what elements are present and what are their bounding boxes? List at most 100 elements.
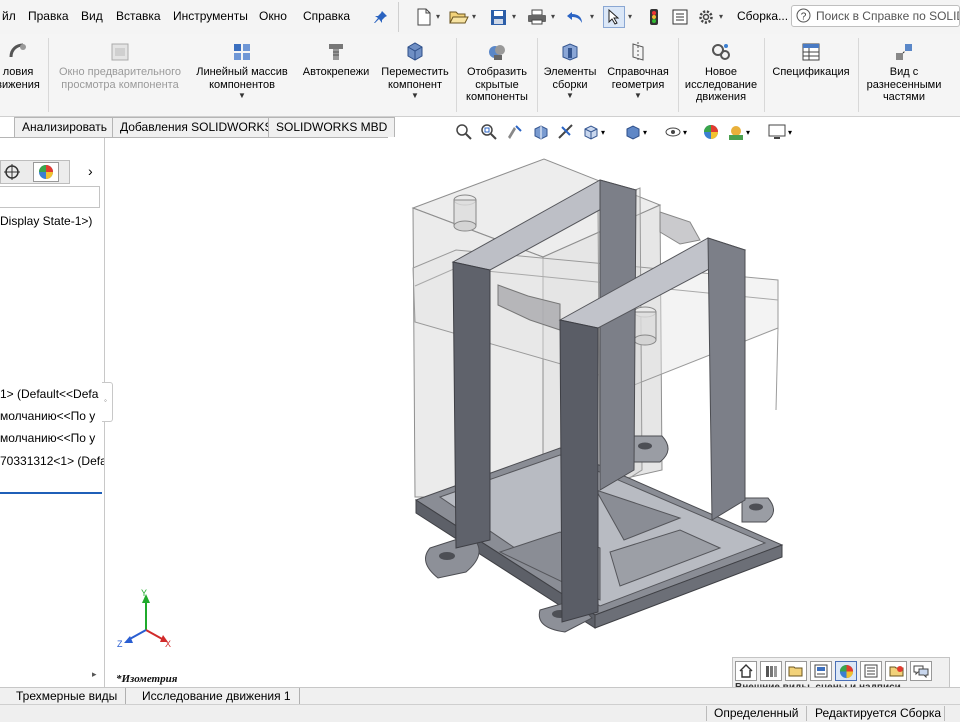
tab-solidworks-mbd[interactable]: SOLIDWORKS MBD <box>268 117 396 137</box>
task-pane: Внешние виды, сцены и надписи <box>732 657 950 689</box>
chevron-down-icon[interactable]: ▾ <box>436 12 440 21</box>
new-motion-study-button[interactable]: Новое исследование движения <box>681 34 761 116</box>
appearances-icon[interactable] <box>835 661 857 681</box>
chevron-down-icon[interactable]: ▼ <box>238 91 246 100</box>
hide-show-items-icon[interactable]: ▾ <box>664 122 687 142</box>
help-search-input[interactable]: ? Поиск в Справке по SOLIDW <box>791 5 960 27</box>
zoom-to-area-icon[interactable] <box>480 122 498 142</box>
gear-icon[interactable] <box>696 6 716 28</box>
move-component-button[interactable]: Переместить компонент ▼ <box>378 34 452 116</box>
bill-of-materials-button[interactable]: Спецификация <box>767 34 855 116</box>
axis-z-label: Z <box>117 639 123 649</box>
apply-scene-icon[interactable]: ▾ <box>727 122 750 142</box>
solidworks-resources-icon[interactable] <box>885 661 907 681</box>
file-explorer-icon[interactable] <box>785 661 807 681</box>
view-palette-icon[interactable] <box>810 661 832 681</box>
display-manager-icon[interactable] <box>33 162 59 182</box>
status-bar: Определенный Редактируется Сборка <box>0 704 960 722</box>
bottom-tabs: Трехмерные виды Исследование движения 1 <box>0 687 960 705</box>
crosshair-icon[interactable] <box>0 162 24 182</box>
new-document-icon[interactable] <box>414 6 434 28</box>
chevron-down-icon[interactable]: ▼ <box>411 91 419 100</box>
help-question-icon: ? <box>796 8 811 26</box>
motion-study-icon <box>710 41 732 63</box>
divider <box>806 706 807 721</box>
chevron-down-icon[interactable]: ▾ <box>472 12 476 21</box>
tab-motion-study-1[interactable]: Исследование движения 1 <box>134 688 300 704</box>
chevron-down-icon[interactable]: ▾ <box>719 12 723 21</box>
command-manager: ловия вижения Окно предварительного прос… <box>0 34 960 117</box>
tree-filter-input[interactable] <box>0 186 100 208</box>
rollback-bar[interactable] <box>0 492 102 494</box>
tab-solidworks-addins[interactable]: Добавления SOLIDWORKS <box>112 117 281 137</box>
design-library-icon[interactable] <box>760 661 782 681</box>
dynamic-annotation-icon[interactable] <box>557 122 575 142</box>
tab-evaluate[interactable]: Анализировать <box>14 117 115 137</box>
menu-insert[interactable]: Вставка <box>116 9 161 23</box>
mate-button[interactable]: ловия вижения <box>0 34 46 116</box>
pin-icon[interactable] <box>372 6 390 28</box>
assembly-features-icon <box>559 41 581 63</box>
tab-3d-views[interactable]: Трехмерные виды <box>8 688 127 704</box>
divider <box>48 38 49 112</box>
previous-view-icon[interactable] <box>506 122 524 142</box>
menu-bar: йл Правка Вид Вставка Инструменты Окно С… <box>0 0 960 35</box>
status-editing: Редактируется Сборка <box>815 706 942 720</box>
print-icon[interactable] <box>526 6 548 28</box>
zoom-to-fit-icon[interactable] <box>455 122 473 142</box>
divider <box>537 38 538 112</box>
smart-fasteners-button[interactable]: Автокрепежи <box>296 34 376 116</box>
menu-help[interactable]: Справка <box>303 9 350 23</box>
bom-icon <box>800 41 822 63</box>
save-icon[interactable] <box>487 6 509 28</box>
menu-tools[interactable]: Инструменты <box>173 9 248 23</box>
divider <box>944 706 945 721</box>
menu-edit[interactable]: Правка <box>28 9 69 23</box>
forum-chat-icon[interactable] <box>910 661 932 681</box>
preview-window-icon <box>110 41 130 63</box>
chevron-down-icon[interactable]: ▼ <box>634 91 642 100</box>
chevron-down-icon[interactable]: ▾ <box>590 12 594 21</box>
select-pointer-icon[interactable] <box>603 6 625 28</box>
linear-pattern-button[interactable]: Линейный массив компонентов ▼ <box>190 34 294 116</box>
menu-file[interactable]: йл <box>2 9 16 23</box>
file-properties-icon[interactable] <box>670 6 690 28</box>
undo-icon[interactable] <box>564 6 586 28</box>
display-style-icon[interactable]: ▾ <box>624 122 647 142</box>
menu-window[interactable]: Окно <box>259 9 287 23</box>
assembly-features-button[interactable]: Элементы сборки ▼ <box>540 34 600 116</box>
chevron-down-icon[interactable]: ▾ <box>551 12 555 21</box>
document-title-dropdown[interactable]: Сборка... <box>737 9 788 23</box>
command-tabs: Анализировать Добавления SOLIDWORKS SOLI… <box>0 116 396 138</box>
chevron-right-icon[interactable]: › <box>88 163 93 179</box>
tree-row[interactable]: 70331312<1> (Defa <box>0 454 104 468</box>
exploded-view-button[interactable]: Вид с разнесенными частями <box>861 34 947 116</box>
edit-appearance-icon[interactable] <box>702 122 720 142</box>
reference-geometry-button[interactable]: Справочная геометрия ▼ <box>602 34 674 116</box>
chevron-right-icon[interactable]: ▸ <box>92 669 97 680</box>
home-icon[interactable] <box>735 661 757 681</box>
tree-row[interactable]: молчанию<<По у <box>0 431 104 445</box>
linear-pattern-icon <box>231 41 253 63</box>
chevron-down-icon[interactable]: ▾ <box>628 12 632 21</box>
show-hidden-components-button[interactable]: Отобразить скрытые компоненты <box>460 34 534 116</box>
menu-view[interactable]: Вид <box>81 9 103 23</box>
open-folder-icon[interactable] <box>448 6 470 28</box>
divider <box>398 2 399 32</box>
tree-row[interactable]: молчанию<<По у <box>0 409 104 423</box>
view-settings-icon[interactable]: ▾ <box>767 122 792 142</box>
component-preview-button[interactable]: Окно предварительного просмотра компонен… <box>52 34 188 116</box>
graphics-viewport[interactable]: Y X Z *Изометрия <box>105 142 960 687</box>
display-state-label[interactable]: Display State-1>) <box>0 214 104 228</box>
section-view-icon[interactable] <box>532 122 550 142</box>
divider <box>858 38 859 112</box>
rebuild-traffic-light-icon[interactable] <box>645 6 663 28</box>
smart-fasteners-icon <box>325 41 347 63</box>
view-orientation-icon[interactable]: ▾ <box>582 122 605 142</box>
mate-icon <box>7 41 29 63</box>
chevron-down-icon[interactable]: ▼ <box>566 91 574 100</box>
custom-properties-icon[interactable] <box>860 661 882 681</box>
tree-row[interactable]: 1> (Default<<Defa <box>0 387 104 401</box>
search-placeholder: Поиск в Справке по SOLIDW <box>816 9 959 23</box>
chevron-down-icon[interactable]: ▾ <box>512 12 516 21</box>
